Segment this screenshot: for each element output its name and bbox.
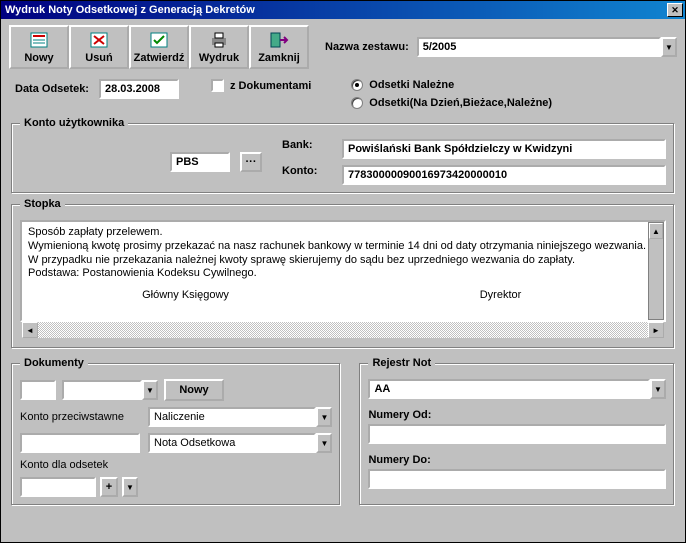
odsetki-nalezne-label: Odsetki Należne	[369, 79, 454, 91]
zamknij-button[interactable]: Zamknij	[249, 25, 309, 69]
print-icon	[209, 31, 229, 49]
usun-button[interactable]: Usuń	[69, 25, 129, 69]
konto-przeciwstawne-input[interactable]	[20, 433, 140, 453]
stopka-legend: Stopka	[20, 198, 65, 210]
konto-uzytkownika-group: Konto użytkownika PBS ··· Bank: Powiślań…	[11, 117, 675, 194]
data-odsetek-input[interactable]: 28.03.2008	[99, 79, 179, 99]
chevron-down-icon[interactable]: ▼	[650, 379, 666, 399]
scroll-right-icon[interactable]: ►	[648, 322, 664, 338]
konto-pbs-input[interactable]: PBS	[170, 152, 230, 172]
chevron-down-icon[interactable]: ▼	[142, 380, 158, 400]
delete-icon	[89, 31, 109, 49]
konto-label: Konto:	[282, 165, 332, 185]
odsetki-nalezne-radio[interactable]	[351, 79, 363, 91]
exit-icon	[269, 31, 289, 49]
konto-dla-odsetek-label: Konto dla odsetek	[20, 459, 140, 471]
konto-uzytkownika-legend: Konto użytkownika	[20, 117, 128, 129]
rejestr-combo[interactable]: AA ▼	[368, 379, 666, 399]
scroll-left-icon[interactable]: ◄	[22, 322, 38, 338]
stopka-scroll-v[interactable]: ▲	[648, 222, 664, 320]
konto-odsetek-input[interactable]	[20, 477, 96, 497]
odsetki-all-label: Odsetki(Na Dzień,Bieżace,Należne)	[369, 97, 552, 109]
approve-icon	[149, 31, 169, 49]
konto-przeciwstawne-label: Konto przeciwstawne	[20, 411, 140, 423]
sig-left: Główny Księgowy	[28, 289, 343, 303]
konto-browse-button[interactable]: ···	[240, 152, 262, 172]
dokumenty-group: Dokumenty ▼ Nowy Konto przeciwstawne Nal…	[11, 357, 341, 506]
z-dokumentami-checkbox[interactable]	[211, 79, 224, 92]
scroll-up-icon[interactable]: ▲	[649, 223, 663, 239]
chevron-down-icon[interactable]: ▼	[661, 37, 677, 57]
stopka-textarea[interactable]: Sposób zapłaty przelewem. Wymienioną kwo…	[20, 220, 666, 322]
data-odsetek-label: Data Odsetek:	[15, 83, 89, 95]
stopka-scroll-h[interactable]: ◄ ►	[22, 322, 664, 338]
chevron-down-icon[interactable]: ▼	[122, 477, 138, 497]
zatwierdz-button[interactable]: Zatwierdź	[129, 25, 189, 69]
wydruk-button[interactable]: Wydruk	[189, 25, 249, 69]
naliczenie-combo[interactable]: Naliczenie ▼	[148, 407, 332, 427]
numery-od-label: Numery Od:	[368, 409, 666, 421]
nazwa-zestawu-combo[interactable]: 5/2005 ▼	[417, 37, 677, 57]
stopka-group: Stopka Sposób zapłaty przelewem. Wymieni…	[11, 198, 675, 349]
numery-do-input[interactable]	[368, 469, 666, 489]
konto-value: 77830000090016973420000010	[342, 165, 666, 185]
close-button[interactable]: ✕	[667, 3, 683, 17]
dok-combo1[interactable]: ▼	[62, 380, 158, 400]
new-icon	[29, 31, 49, 49]
chevron-down-icon[interactable]: ▼	[316, 407, 332, 427]
rejestr-not-group: Rejestr Not AA ▼ Numery Od: Numery Do:	[359, 357, 675, 506]
plus-button[interactable]: +	[100, 477, 118, 497]
chevron-down-icon[interactable]: ▼	[316, 433, 332, 453]
z-dokumentami-label: z Dokumentami	[230, 80, 311, 92]
bank-label: Bank:	[282, 139, 332, 159]
bank-value: Powiślański Bank Spółdzielczy w Kwidzyni	[342, 139, 666, 159]
dok-input1[interactable]	[20, 380, 56, 400]
numery-od-input[interactable]	[368, 424, 666, 444]
nota-combo[interactable]: Nota Odsetkowa ▼	[148, 433, 332, 453]
numery-do-label: Numery Do:	[368, 454, 666, 466]
nowy-button[interactable]: Nowy	[9, 25, 69, 69]
dokumenty-legend: Dokumenty	[20, 357, 88, 369]
title-bar: Wydruk Noty Odsetkowej z Generacją Dekre…	[1, 1, 685, 19]
rejestr-legend: Rejestr Not	[368, 357, 435, 369]
window-title: Wydruk Noty Odsetkowej z Generacją Dekre…	[3, 4, 667, 16]
odsetki-all-radio[interactable]	[351, 97, 363, 109]
sig-right: Dyrektor	[343, 289, 658, 303]
toolbar: Nowy Usuń Zatwierdź Wydruk Zamknij Nazwa…	[1, 19, 685, 75]
nazwa-zestawu-label: Nazwa zestawu:	[325, 41, 409, 53]
dok-nowy-button[interactable]: Nowy	[164, 379, 224, 401]
main-window: Wydruk Noty Odsetkowej z Generacją Dekre…	[0, 0, 686, 543]
